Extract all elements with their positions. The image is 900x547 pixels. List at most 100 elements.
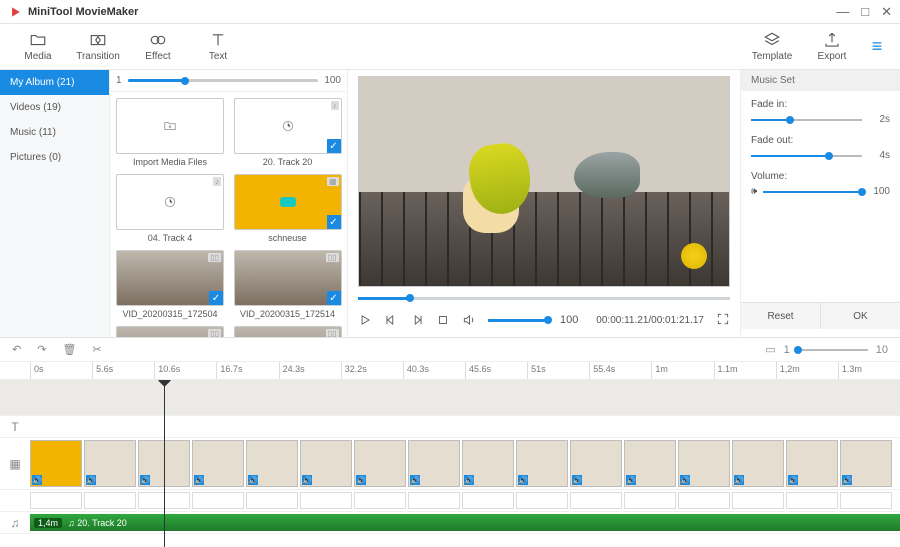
timeline-clip[interactable]: 🔊 (570, 440, 622, 487)
media-item-label: schneuse (234, 230, 342, 248)
timeline-clip[interactable]: 🔊 (732, 440, 784, 487)
thumb-size-bar: 1 100 (110, 70, 347, 92)
fade-out-label: Fade out: (751, 135, 890, 146)
menu-button[interactable]: ≡ (862, 36, 892, 57)
ruler-tick: 10.6s (154, 362, 216, 379)
timeline-music-row[interactable]: ♫ 1,4m ♫ 20. Track 20 (0, 512, 900, 534)
timeline-video-row[interactable]: ▦ 🔊 🔊 🔊 🔊 🔊 🔊 🔊 🔊 🔊 🔊 🔊 🔊 🔊 🔊 (0, 438, 900, 490)
sidebar-item-music[interactable]: Music (11) (0, 120, 109, 145)
music-lane-icon: ♫ (0, 516, 30, 530)
timeline-ruler[interactable]: 0s 5.6s 10.6s 16.7s 24.3s 32.2s 40.3s 45… (0, 362, 900, 380)
text-icon (209, 31, 227, 49)
timeline-clip[interactable]: 🔊 (246, 440, 298, 487)
fullscreen-button[interactable] (716, 312, 730, 329)
thumb-size-slider[interactable] (128, 79, 319, 82)
media-item[interactable]: ♪ 04. Track 4 (116, 174, 224, 248)
playhead[interactable] (164, 380, 165, 547)
timeline-audio-wave-row[interactable] (0, 490, 900, 512)
tool-transition[interactable]: Transition (68, 31, 128, 62)
media-item[interactable]: ▯▯✓ VID_20200315_172504 (116, 250, 224, 324)
timeline-clip[interactable]: 🔊 (462, 440, 514, 487)
sidebar-item-count: (11) (39, 127, 56, 138)
fade-in-slider[interactable] (751, 119, 862, 121)
tool-template[interactable]: Template (742, 31, 802, 62)
media-item[interactable]: ▯▯ (234, 326, 342, 337)
reset-button[interactable]: Reset (741, 303, 820, 329)
audio-icon (281, 119, 295, 133)
media-item[interactable]: ▯▯ (116, 326, 224, 337)
timeline-clip[interactable]: 🔊 (84, 440, 136, 487)
tool-media-label: Media (24, 51, 51, 62)
effect-icon (149, 31, 167, 49)
preview-viewport[interactable] (358, 76, 730, 287)
preview-panel: 100 00:00:11.21/00:01:21.17 (348, 70, 740, 337)
ruler-tick: 1,2m (776, 362, 838, 379)
fade-in-label: Fade in: (751, 99, 890, 110)
timeline-clip[interactable]: 🔊 (516, 440, 568, 487)
media-item[interactable]: ♪✓ 20. Track 20 (234, 98, 342, 172)
media-item[interactable]: ▯▯✓ VID_20200315_172514 (234, 250, 342, 324)
title-bar: MiniTool MovieMaker — □ ✕ (0, 0, 900, 24)
speaker-icon: 🕪 (751, 186, 757, 197)
volume-icon[interactable] (462, 313, 476, 327)
fit-icon[interactable]: ▭ (765, 343, 775, 356)
media-item[interactable]: ▦✓ schneuse (234, 174, 342, 248)
timeline-toolbar: ↶ ↷ 🗑 ✂ ▭ 1 10 (0, 338, 900, 362)
ruler-tick: 40.3s (403, 362, 465, 379)
timeline-clip[interactable]: 🔊 (678, 440, 730, 487)
ruler-tick: 32.2s (341, 362, 403, 379)
video-lane-icon: ▦ (0, 457, 30, 471)
redo-button[interactable]: ↷ (37, 343, 46, 356)
timeline-clip[interactable]: 🔊 (354, 440, 406, 487)
close-button[interactable]: ✕ (881, 4, 892, 20)
ok-button[interactable]: OK (820, 303, 900, 329)
timeline-clip[interactable]: 🔊 (30, 440, 82, 487)
tool-template-label: Template (752, 51, 793, 62)
timeline-clip[interactable]: 🔊 (624, 440, 676, 487)
sidebar-item-label: Pictures (10, 152, 46, 163)
timeline: ↶ ↷ 🗑 ✂ ▭ 1 10 0s 5.6s 10.6s 16.7s 24.3s… (0, 337, 900, 547)
undo-button[interactable]: ↶ (12, 343, 21, 356)
ruler-tick: 0s (30, 362, 92, 379)
maximize-button[interactable]: □ (861, 4, 869, 20)
timeline-clip[interactable]: 🔊 (408, 440, 460, 487)
minimize-button[interactable]: — (836, 4, 849, 20)
music-volume-slider[interactable] (763, 191, 862, 193)
media-item-label: VID_20200315_172514 (234, 306, 342, 324)
next-frame-button[interactable] (410, 313, 424, 327)
sidebar-item-label: My Album (10, 77, 54, 88)
ruler-tick: 1.3m (838, 362, 900, 379)
app-title: MiniTool MovieMaker (28, 6, 138, 18)
sidebar-item-myalbum[interactable]: My Album (21) (0, 70, 109, 95)
timeline-body: T ▦ 🔊 🔊 🔊 🔊 🔊 🔊 🔊 🔊 🔊 🔊 🔊 🔊 🔊 (0, 380, 900, 547)
music-clip-duration: 1,4m (34, 518, 62, 528)
prev-frame-button[interactable] (384, 313, 398, 327)
play-button[interactable] (358, 313, 372, 327)
timeline-clip[interactable]: 🔊 (786, 440, 838, 487)
fade-out-slider[interactable] (751, 155, 862, 157)
tool-media[interactable]: Media (8, 31, 68, 62)
sidebar-item-videos[interactable]: Videos (19) (0, 95, 109, 120)
tool-effect[interactable]: Effect (128, 31, 188, 62)
zoom-slider[interactable] (798, 349, 868, 351)
music-set-panel: Music Set Fade in: 2s Fade out: 4s Volum… (740, 70, 900, 337)
volume-slider[interactable] (488, 319, 548, 322)
ruler-tick: 1m (651, 362, 713, 379)
volume-value: 100 (560, 314, 578, 326)
scrub-bar[interactable] (358, 291, 730, 305)
media-item-label: Import Media Files (116, 154, 224, 172)
timeline-clip[interactable]: 🔊 (192, 440, 244, 487)
media-item-import[interactable]: Import Media Files (116, 98, 224, 172)
sidebar-item-label: Music (10, 127, 36, 138)
delete-button[interactable]: 🗑 (62, 343, 76, 356)
timeline-clip[interactable]: 🔊 (300, 440, 352, 487)
media-panel: 1 100 Import Media Files ♪✓ 20. Track 20… (110, 70, 348, 337)
timeline-text-row[interactable]: T (0, 416, 900, 438)
tool-text[interactable]: Text (188, 31, 248, 62)
sidebar-item-pictures[interactable]: Pictures (0) (0, 145, 109, 170)
music-clip[interactable]: 1,4m ♫ 20. Track 20 (30, 514, 900, 531)
timeline-clip[interactable]: 🔊 (840, 440, 892, 487)
tool-export[interactable]: Export (802, 31, 862, 62)
split-button[interactable]: ✂ (92, 343, 101, 356)
stop-button[interactable] (436, 313, 450, 327)
